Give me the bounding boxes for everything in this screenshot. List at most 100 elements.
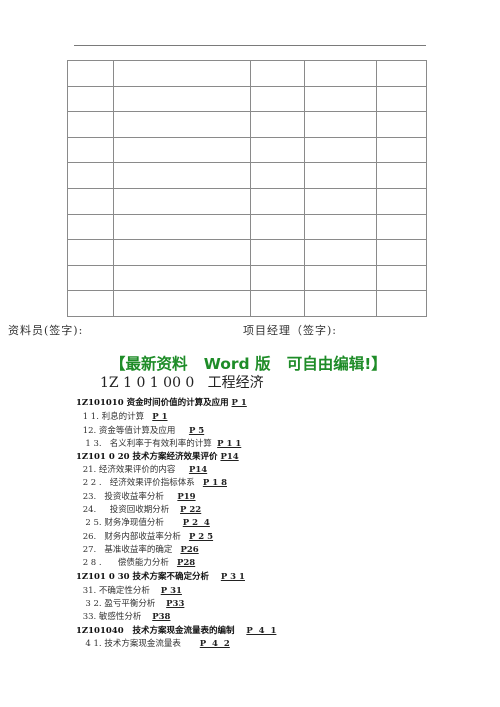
table-cell	[376, 187, 427, 215]
toc-page-link[interactable]: P28	[177, 558, 195, 568]
table-cell	[113, 111, 251, 138]
toc-entry-title: 33. 敏感性分析	[80, 612, 153, 622]
toc-page-link[interactable]: P 1	[152, 412, 167, 422]
table-cell	[250, 85, 305, 113]
table-row	[67, 239, 427, 266]
toc-entry-title: 1Z101010 资金时间价值的计算及应用	[76, 398, 232, 408]
toc-page-link[interactable]: P 4 1	[246, 626, 276, 636]
toc-entry: 1 3. 名义利率于有效利率的计算 P 1 1	[80, 437, 241, 449]
toc-page-link[interactable]: P38	[152, 612, 170, 622]
table-cell	[376, 60, 427, 87]
toc-page-link[interactable]: P 1 8	[203, 478, 227, 488]
toc-entry: 26. 财务内部收益率分析 P 2 5	[80, 530, 213, 542]
table-row	[67, 213, 427, 241]
toc-page-link[interactable]: P 1	[232, 398, 247, 408]
toc-page-link[interactable]: P19	[177, 492, 195, 502]
toc-entry-title: 27. 基准收益率的确定	[80, 545, 181, 555]
table-cell	[67, 213, 114, 241]
archivist-signature-label: 资料员(签字):	[8, 324, 84, 337]
table-row	[67, 136, 427, 164]
table-cell	[67, 290, 114, 317]
table-cell	[67, 60, 114, 87]
toc-entry-title: 4 1. 技术方案现金流量表	[80, 639, 200, 649]
table-cell	[250, 239, 305, 266]
toc-entry-title: 1Z101040 技术方案现金流量表的编制	[76, 626, 247, 636]
table-cell	[376, 136, 427, 164]
table-cell	[304, 162, 377, 189]
table-cell	[304, 85, 377, 113]
table-cell	[376, 264, 427, 292]
table-cell	[376, 111, 427, 138]
toc-page-link[interactable]: P 4 2	[200, 639, 230, 649]
toc-page-link[interactable]: P 2 5	[189, 532, 213, 542]
table-cell	[250, 162, 305, 189]
table-cell	[250, 111, 305, 138]
table-row	[67, 85, 427, 113]
toc-entry-title: 1 1. 利息的计算	[80, 412, 153, 422]
table-cell	[113, 187, 251, 215]
toc-page-link[interactable]: P 5	[189, 426, 204, 436]
toc-entry: 31. 不确定性分析 P 31	[80, 584, 182, 596]
toc-entry-title: 31. 不确定性分析	[80, 586, 161, 596]
toc-page-link[interactable]: P33	[166, 599, 184, 609]
toc-entry: 2 5. 财务净现值分析 P 2 4	[80, 516, 210, 528]
toc-page-link[interactable]: P 31	[161, 586, 182, 596]
toc-page-link[interactable]: P 2 4	[183, 518, 210, 528]
table-cell	[67, 187, 114, 215]
table-cell	[67, 136, 114, 164]
table-cell	[304, 213, 377, 241]
table-cell	[376, 239, 427, 266]
toc-entry-title: 23. 投资收益率分析	[80, 492, 178, 502]
blank-record-table	[67, 60, 427, 317]
toc-entry: 12. 资金等值计算及应用 P 5	[80, 424, 205, 436]
toc-entry: 27. 基准收益率的确定 P26	[80, 543, 199, 555]
table-cell	[250, 213, 305, 241]
toc-entry-title: 24. 投资回收期分析	[80, 505, 181, 515]
toc-entry-title: 26. 财务内部收益率分析	[80, 532, 189, 542]
table-cell	[376, 290, 427, 317]
table-row	[67, 162, 427, 189]
table-cell	[113, 60, 251, 87]
table-cell	[304, 239, 377, 266]
toc-section-heading: 1Z101010 资金时间价值的计算及应用 P 1	[76, 396, 247, 408]
table-cell	[376, 213, 427, 241]
table-cell	[304, 60, 377, 87]
table-cell	[113, 213, 251, 241]
toc-entry: 2 8 . 偿债能力分析 P28	[80, 556, 196, 568]
toc-page-link[interactable]: P 3 1	[221, 572, 245, 582]
editable-banner: 【最新资料 Word 版 可自由编辑!】	[110, 355, 387, 373]
toc-page-link[interactable]: P 1 1	[217, 439, 241, 449]
toc-page-link[interactable]: P14	[189, 465, 207, 475]
toc-entry-title: 12. 资金等值计算及应用	[80, 426, 189, 436]
toc-entry: 1 1. 利息的计算 P 1	[80, 410, 168, 422]
table-cell	[113, 239, 251, 266]
table-cell	[304, 187, 377, 215]
toc-entry: 23. 投资收益率分析 P19	[80, 490, 196, 502]
table-cell	[250, 264, 305, 292]
toc-page-link[interactable]: P 22	[180, 505, 201, 515]
toc-entry-title: 2 8 . 偿债能力分析	[80, 558, 177, 568]
toc-section-heading: 1Z101 0 20 技术方案经济效果评价 P14	[76, 450, 239, 462]
toc-page-link[interactable]: P26	[180, 545, 198, 555]
toc-entry: 24. 投资回收期分析 P 22	[80, 503, 202, 515]
table-cell	[376, 85, 427, 113]
table-cell	[304, 136, 377, 164]
table-row	[67, 264, 427, 292]
table-cell	[67, 111, 114, 138]
table-cell	[67, 85, 114, 113]
table-cell	[113, 290, 251, 317]
table-cell	[113, 136, 251, 164]
table-row	[67, 187, 427, 215]
chapter-title: 1Z 1 0 1 00 0 工程经济	[100, 375, 264, 391]
toc-section-heading: 1Z101040 技术方案现金流量表的编制 P 4 1	[76, 624, 276, 636]
project-manager-signature-label: 项目经理（签字):	[243, 324, 337, 337]
table-cell	[250, 290, 305, 317]
table-row	[67, 290, 427, 317]
toc-entry: 4 1. 技术方案现金流量表 P 4 2	[80, 637, 230, 649]
toc-entry-title: 21. 经济效果评价的内容	[80, 465, 189, 475]
table-cell	[67, 162, 114, 189]
toc-entry-title: 2 5. 财务净现值分析	[80, 518, 183, 528]
toc-page-link[interactable]: P14	[220, 452, 238, 462]
header-rule	[74, 45, 426, 46]
toc-entry-title: 1Z101 0 20 技术方案经济效果评价	[76, 452, 221, 462]
